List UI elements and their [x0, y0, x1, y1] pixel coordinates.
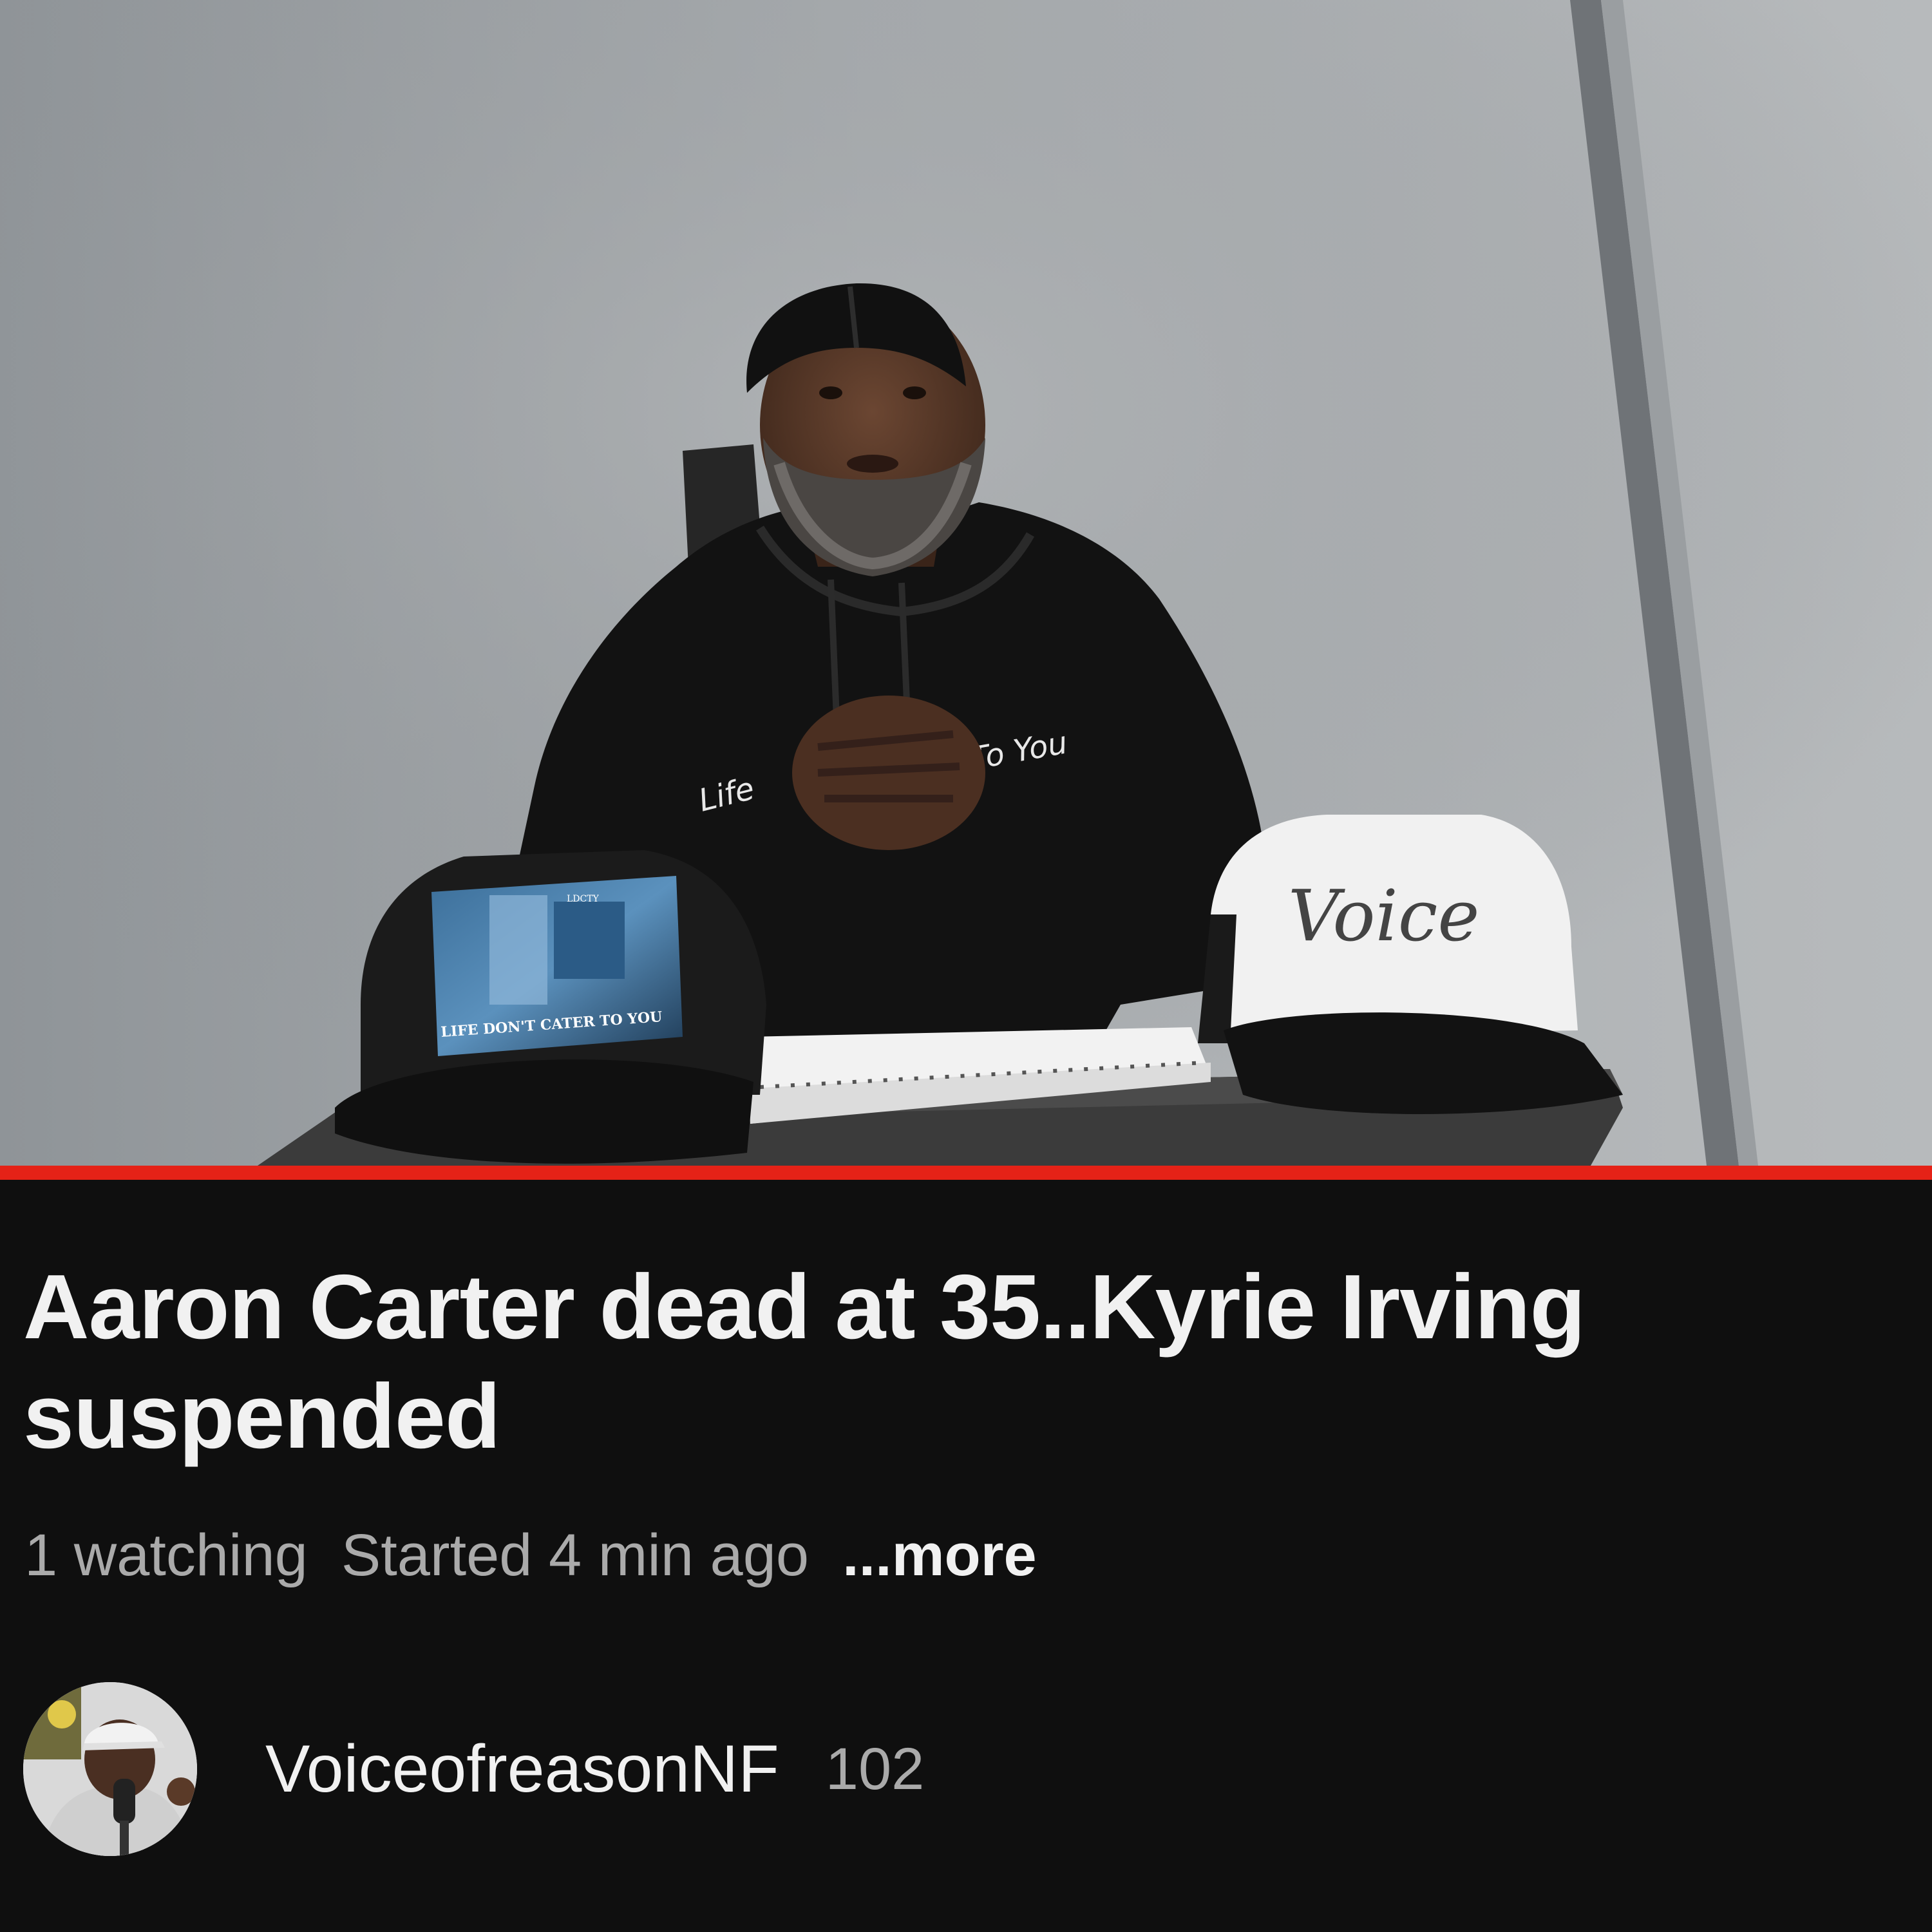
watching-count: 1 watching: [24, 1522, 308, 1588]
video-metadata[interactable]: 1 watching Started 4 min ago ...more: [24, 1520, 1070, 1591]
cap-left-badge: LDCTY: [567, 894, 600, 904]
avatar-image: [23, 1682, 197, 1856]
channel-avatar[interactable]: [23, 1682, 197, 1856]
cap-right-print: Voice: [1288, 875, 1479, 957]
video-title[interactable]: Aaron Carter dead at 35..Kyrie Irving su…: [23, 1253, 1891, 1472]
more-description-link[interactable]: ...more: [842, 1522, 1037, 1589]
video-progress-fill: [0, 1166, 1932, 1180]
channel-row[interactable]: VoiceofreasonNF 102: [23, 1682, 924, 1856]
video-progress-bar[interactable]: [0, 1166, 1932, 1180]
video-frame: Life To You LDCTY LIFE DON'T CATER TO YO…: [0, 0, 1932, 1166]
watch-page: Life To You LDCTY LIFE DON'T CATER TO YO…: [0, 0, 1932, 1932]
channel-name[interactable]: VoiceofreasonNF: [265, 1731, 779, 1808]
started-time: Started 4 min ago: [341, 1522, 810, 1588]
subscriber-count: 102: [825, 1736, 925, 1802]
video-player[interactable]: Life To You LDCTY LIFE DON'T CATER TO YO…: [0, 0, 1932, 1166]
